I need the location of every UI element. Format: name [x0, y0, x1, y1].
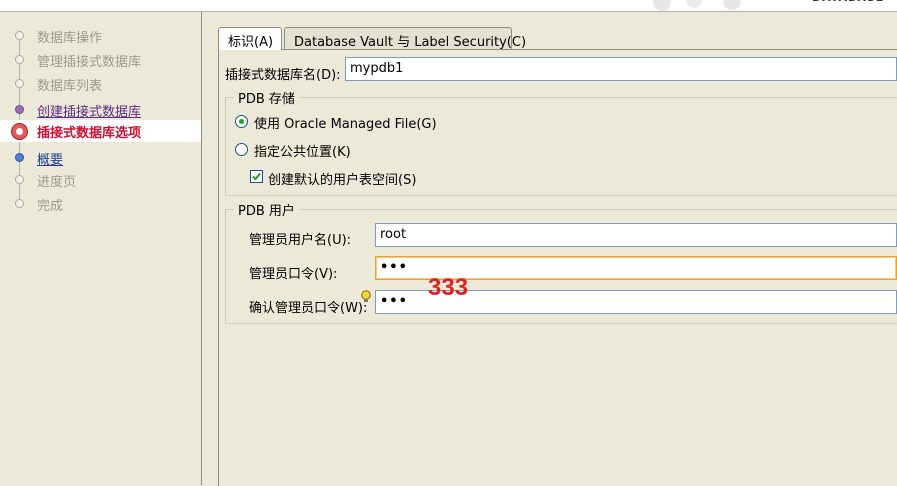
step-create-pdb[interactable]: 创建插接式数据库: [0, 99, 201, 121]
step-label: 管理插接式数据库: [37, 55, 142, 70]
step-dot-icon: [15, 55, 24, 64]
confirm-password-label: 确认管理员口令(W):: [249, 301, 368, 316]
step-dot-icon: [15, 31, 24, 40]
current-step-icon: [11, 123, 28, 140]
step-dot-icon: [15, 175, 24, 184]
step-dot-icon: [15, 79, 24, 88]
step-label[interactable]: 概要: [37, 149, 63, 168]
default-tablespace-checkbox[interactable]: [250, 170, 263, 183]
pdb-user-legend: PDB 用户: [238, 204, 295, 219]
pdb-name-label: 插接式数据库名(D):: [225, 68, 341, 83]
omf-radio[interactable]: [235, 115, 248, 128]
default-tablespace-label[interactable]: 创建默认的用户表空间(S): [268, 169, 416, 188]
step-label: 完成: [37, 199, 64, 214]
step-dot-icon: [15, 199, 24, 208]
admin-user-input[interactable]: root: [375, 223, 897, 247]
step-database-list: 数据库列表: [0, 73, 201, 95]
admin-user-label: 管理员用户名(U):: [249, 233, 352, 248]
step-finish: 完成: [0, 193, 201, 215]
step-label: 数据库操作: [37, 31, 103, 46]
step-database-operation: 数据库操作: [0, 25, 201, 47]
omf-radio-label[interactable]: 使用 Oracle Managed File(G): [254, 113, 437, 132]
tab-database-vault[interactable]: Database Vault 与 Label Security(C): [284, 27, 526, 50]
pdb-name-input[interactable]: mypdb1: [345, 57, 897, 81]
annotation-text: 333: [428, 274, 469, 301]
hint-bulb-icon: [361, 290, 371, 302]
banner-brand: DATABASE: [812, 0, 884, 4]
step-manage-pdb: 管理插接式数据库: [0, 49, 201, 71]
step-dot-icon: [15, 153, 24, 162]
top-banner: DATABASE: [0, 0, 897, 12]
step-summary[interactable]: 概要: [0, 147, 201, 169]
common-location-label[interactable]: 指定公共位置(K): [254, 141, 351, 160]
step-dot-icon: [15, 105, 24, 114]
step-label: 数据库列表: [37, 79, 103, 94]
common-location-radio[interactable]: [235, 143, 248, 156]
wizard-step-nav: 数据库操作 管理插接式数据库 数据库列表 创建插接式数据库 插接式数据库选项 概…: [0, 12, 202, 485]
step-label: 插接式数据库选项: [37, 126, 142, 141]
admin-password-label: 管理员口令(V):: [249, 267, 338, 282]
banner-gears-icon: [653, 0, 741, 11]
step-label[interactable]: 创建插接式数据库: [37, 101, 141, 120]
pdb-storage-legend: PDB 存储: [238, 92, 295, 107]
step-label: 进度页: [37, 175, 77, 190]
check-icon: [252, 172, 261, 181]
step-progress: 进度页: [0, 169, 201, 191]
step-pdb-options: 插接式数据库选项: [0, 120, 201, 142]
tab-identification[interactable]: 标识(A): [218, 27, 282, 50]
